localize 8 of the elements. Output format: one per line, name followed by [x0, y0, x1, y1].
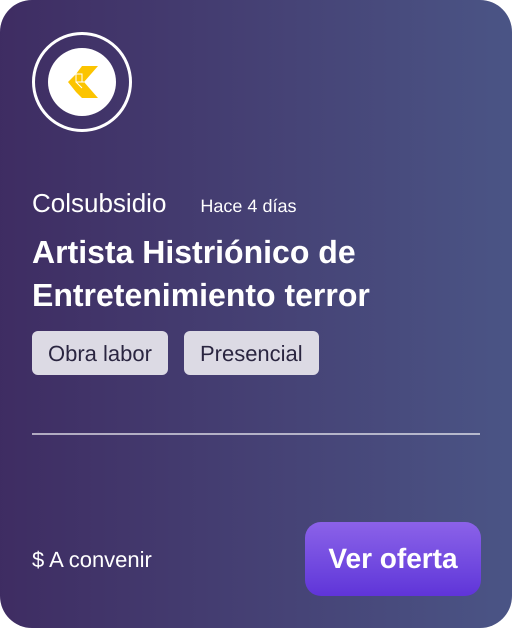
view-offer-button[interactable]: Ver oferta	[305, 522, 481, 596]
salary-text: $ A convenir	[32, 546, 152, 574]
company-name: Colsubsidio	[32, 187, 166, 220]
company-logo-icon	[48, 48, 116, 116]
job-tag: Obra labor	[32, 331, 168, 375]
posted-time: Hace 4 días	[200, 195, 296, 218]
job-tag: Presencial	[184, 331, 319, 375]
job-title: Artista Histriónico de Entretenimiento terror	[32, 233, 371, 315]
